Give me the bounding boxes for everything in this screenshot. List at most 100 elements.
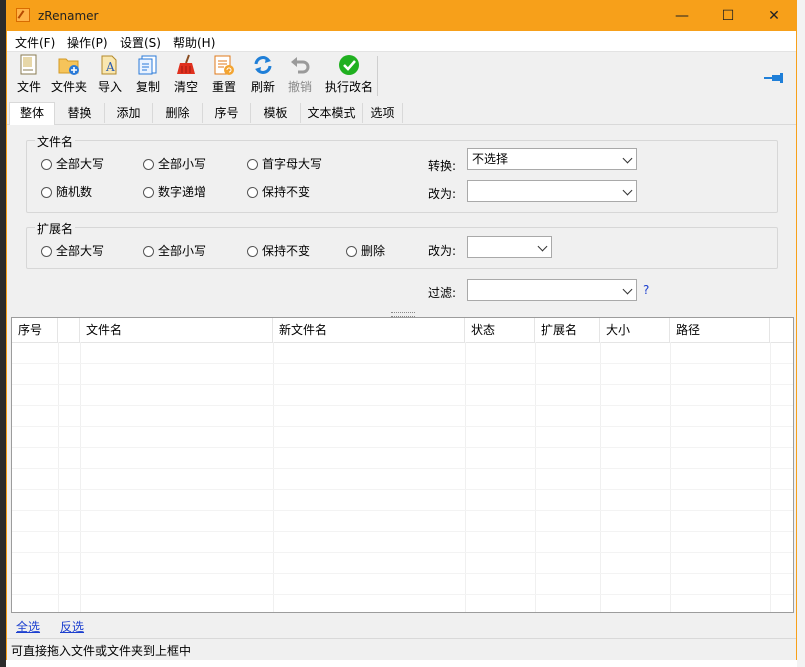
tab-strip: 整体 替换 添加 删除 序号 模板 文本模式 选项 xyxy=(7,102,796,125)
file-icon xyxy=(18,54,40,76)
background-right xyxy=(797,0,805,667)
radio-circle xyxy=(346,246,357,257)
column-status[interactable]: 状态 xyxy=(465,318,535,342)
radio-filename-keep[interactable]: 保持不变 xyxy=(247,183,310,200)
radio-ext-upper[interactable]: 全部大写 xyxy=(41,242,104,259)
radio-filename-capitalize[interactable]: 首字母大写 xyxy=(247,155,322,172)
column-filename[interactable]: 文件名 xyxy=(80,318,273,342)
tab-options[interactable]: 选项 xyxy=(363,103,403,123)
convert-label: 转换: xyxy=(428,159,457,173)
undo-icon xyxy=(289,54,311,76)
menu-file[interactable]: 文件(F) xyxy=(15,34,55,51)
menu-settings[interactable]: 设置(S) xyxy=(120,34,161,51)
status-bar: 可直接拖入文件或文件夹到上框中 xyxy=(7,638,796,660)
grid-line xyxy=(12,510,793,511)
select-all-link[interactable]: 全选 xyxy=(16,618,40,635)
tab-sequence[interactable]: 序号 xyxy=(203,103,251,123)
reset-button[interactable]: 重置 xyxy=(204,54,244,98)
radio-circle xyxy=(247,159,258,170)
radio-ext-lower[interactable]: 全部小写 xyxy=(143,242,206,259)
file-button[interactable]: 文件 xyxy=(9,54,49,98)
radio-filename-lower[interactable]: 全部小写 xyxy=(143,155,206,172)
clear-button[interactable]: 清空 xyxy=(166,54,206,98)
grid-line xyxy=(12,594,793,595)
column-extension[interactable]: 扩展名 xyxy=(535,318,600,342)
copy-button[interactable]: 复制 xyxy=(128,54,168,98)
menu-help[interactable]: 帮助(H) xyxy=(173,34,215,51)
file-list-header: 序号 文件名 新文件名 状态 扩展名 大小 路径 xyxy=(12,318,793,343)
broom-icon xyxy=(175,54,197,76)
import-button[interactable]: A 导入 xyxy=(90,54,130,98)
execute-rename-button[interactable]: 执行改名 xyxy=(323,54,375,98)
tab-delete[interactable]: 删除 xyxy=(153,103,203,123)
filter-help-link[interactable]: ? xyxy=(643,283,649,297)
radio-ext-delete[interactable]: 删除 xyxy=(346,242,385,259)
radio-filename-upper[interactable]: 全部大写 xyxy=(41,155,104,172)
refresh-button[interactable]: 刷新 xyxy=(243,54,283,98)
radio-circle xyxy=(247,246,258,257)
undo-button[interactable]: 撤销 xyxy=(280,54,320,98)
column-blank[interactable] xyxy=(58,318,80,342)
close-button[interactable]: ✕ xyxy=(751,1,797,31)
grid-line xyxy=(12,531,793,532)
filename-change-combobox[interactable] xyxy=(467,180,637,202)
grid-line xyxy=(12,405,793,406)
toolbar-separator xyxy=(377,56,378,96)
app-logo-icon xyxy=(16,8,30,22)
grid-line xyxy=(12,573,793,574)
chevron-down-icon xyxy=(622,284,633,295)
file-list[interactable]: 序号 文件名 新文件名 状态 扩展名 大小 路径 xyxy=(11,317,794,613)
ext-change-combobox[interactable] xyxy=(467,236,552,258)
extension-group: 扩展名 xyxy=(26,220,778,269)
grid-line xyxy=(12,468,793,469)
tab-text-mode[interactable]: 文本模式 xyxy=(301,103,363,123)
grid-line xyxy=(12,384,793,385)
status-text: 可直接拖入文件或文件夹到上框中 xyxy=(11,644,192,658)
invert-selection-link[interactable]: 反选 xyxy=(60,618,84,635)
filename-change-label: 改为: xyxy=(428,187,457,201)
tab-overall[interactable]: 整体 xyxy=(9,102,55,125)
convert-select[interactable]: 不选择 xyxy=(467,148,637,170)
chevron-down-icon xyxy=(622,153,633,164)
tab-replace[interactable]: 替换 xyxy=(55,103,105,123)
filter-label: 过滤: xyxy=(428,286,457,300)
svg-text:A: A xyxy=(105,60,115,74)
chevron-down-icon xyxy=(537,241,548,252)
extension-group-title: 扩展名 xyxy=(35,220,76,237)
radio-circle xyxy=(143,159,154,170)
grid-line xyxy=(12,363,793,364)
app-window: zRenamer — ☐ ✕ 文件(F) 操作(P) 设置(S) 帮助(H) 文… xyxy=(6,0,797,660)
pin-icon[interactable] xyxy=(764,72,784,83)
reset-icon xyxy=(213,54,235,76)
column-size[interactable]: 大小 xyxy=(600,318,670,342)
window-title: zRenamer xyxy=(38,9,99,23)
minimize-button[interactable]: — xyxy=(659,1,705,31)
radio-circle xyxy=(41,159,52,170)
toolbar: 文件 文件夹 A 导入 复制 清空 重置 刷新 撤销 执行改名 xyxy=(7,52,796,100)
radio-circle xyxy=(247,187,258,198)
grid-line xyxy=(12,447,793,448)
column-new-filename[interactable]: 新文件名 xyxy=(273,318,465,342)
menu-operation[interactable]: 操作(P) xyxy=(67,34,108,51)
folder-add-icon xyxy=(58,54,80,76)
tab-template[interactable]: 模板 xyxy=(251,103,301,123)
import-icon: A xyxy=(99,54,121,76)
filename-group: 文件名 xyxy=(26,133,778,213)
refresh-icon xyxy=(252,54,274,76)
radio-filename-random[interactable]: 随机数 xyxy=(41,183,92,200)
column-index[interactable]: 序号 xyxy=(12,318,58,342)
menu-bar: 文件(F) 操作(P) 设置(S) 帮助(H) xyxy=(7,31,796,52)
maximize-button[interactable]: ☐ xyxy=(705,1,751,31)
ext-change-label: 改为: xyxy=(428,244,457,258)
tab-add[interactable]: 添加 xyxy=(105,103,153,123)
folder-button[interactable]: 文件夹 xyxy=(49,54,89,98)
grid-line xyxy=(12,426,793,427)
copy-icon xyxy=(137,54,159,76)
radio-circle xyxy=(41,187,52,198)
column-path[interactable]: 路径 xyxy=(670,318,770,342)
filter-combobox[interactable] xyxy=(467,279,637,301)
radio-circle xyxy=(143,246,154,257)
radio-filename-increment[interactable]: 数字递增 xyxy=(143,183,206,200)
title-bar[interactable]: zRenamer — ☐ ✕ xyxy=(7,1,796,31)
radio-ext-keep[interactable]: 保持不变 xyxy=(247,242,310,259)
